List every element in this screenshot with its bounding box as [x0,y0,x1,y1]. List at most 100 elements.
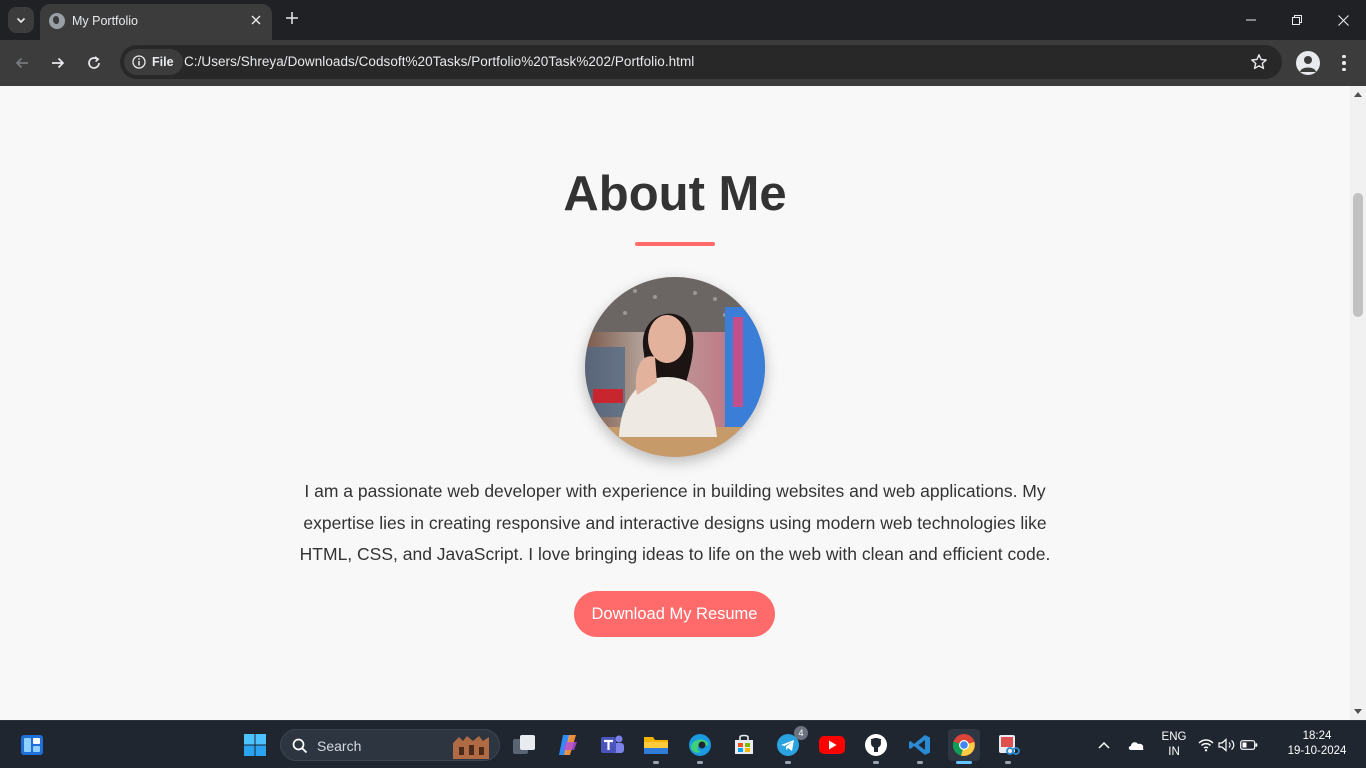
close-tab-button[interactable] [248,12,264,28]
back-button[interactable] [9,50,35,76]
minimize-button[interactable] [1228,0,1274,40]
page-scrollbar[interactable] [1350,86,1366,720]
store-icon [735,734,753,754]
github-icon [865,734,887,756]
close-icon [1337,14,1349,26]
clock-date: 19-10-2024 [1287,745,1347,757]
scrollbar-thumb[interactable] [1353,193,1363,317]
chrome-icon [952,734,975,756]
teams-icon [601,735,624,753]
site-info-chip[interactable]: File [124,49,183,75]
scroll-up-arrow-icon[interactable] [1354,92,1362,97]
arrow-right-icon [52,57,65,69]
reload-button[interactable] [81,50,107,76]
running-indicator [697,761,703,764]
forward-button[interactable] [45,50,71,76]
language-indicator[interactable]: ENG IN [1158,730,1190,760]
tab-search-button[interactable] [8,7,34,33]
chevron-down-icon [16,17,26,24]
running-indicator [653,761,659,764]
task-view-button[interactable] [508,729,540,761]
taskbar-search-box[interactable]: Search [280,729,500,761]
tab-strip: My Portfolio [0,0,1366,40]
active-indicator [956,761,972,764]
running-indicator [785,761,791,764]
dot [1342,54,1346,59]
quick-settings-button[interactable] [1198,729,1258,761]
close-window-button[interactable] [1320,0,1366,40]
person-icon [1300,56,1316,72]
browser-menu-button[interactable] [1335,51,1353,75]
wifi-icon [1198,739,1214,752]
minimize-icon [1246,19,1256,21]
arrow-left-icon [15,57,28,69]
bookmark-star-icon[interactable] [1250,53,1268,71]
security-chip-label: File [152,55,174,69]
notification-badge: 4 [794,726,808,740]
clock-time: 18:24 [1302,730,1332,742]
onedrive-button[interactable] [1120,729,1152,761]
teams-button[interactable] [596,729,628,761]
dot [1342,67,1346,72]
about-heading: About Me [563,167,787,221]
info-icon [132,55,146,69]
language-code: ENG [1161,731,1187,743]
copilot-button[interactable] [552,729,584,761]
browser-toolbar: File C:/Users/Shreya/Downloads/Codsoft%2… [0,40,1366,86]
profile-avatar-button[interactable] [1296,51,1320,75]
search-icon [292,738,308,754]
close-icon [251,15,261,25]
running-indicator [917,761,923,764]
edge-icon [689,734,711,756]
battery-icon [1240,740,1258,750]
snipping-tool-icon [999,735,1020,755]
heading-underline [635,242,715,246]
running-indicator [1005,761,1011,764]
clock[interactable]: 18:24 19-10-2024 [1278,729,1356,759]
profile-photo [585,277,765,457]
browser-tab[interactable]: My Portfolio [40,4,272,40]
widgets-icon [21,735,43,755]
download-resume-button[interactable]: Download My Resume [574,591,775,637]
chrome-button[interactable] [948,729,980,764]
dot [1342,61,1346,65]
url-text[interactable]: C:/Users/Shreya/Downloads/Codsoft%20Task… [184,54,694,69]
file-explorer-icon [644,737,668,754]
vscode-icon [909,735,930,755]
about-bio-text: I am a passionate web developer with exp… [299,481,1051,564]
scroll-down-arrow-icon[interactable] [1354,709,1362,714]
globe-icon [49,13,65,29]
running-indicator [873,761,879,764]
start-button[interactable] [239,729,271,761]
widgets-button[interactable] [16,729,48,761]
search-label: Search [317,738,362,754]
restore-icon [1292,15,1302,25]
copilot-icon [559,735,577,755]
telegram-button[interactable]: 4 [772,726,808,764]
profile-photo-image [585,277,765,457]
windows-taskbar: Search 4 ENG IN 18:24 19-10-2024 [0,720,1366,768]
task-view-icon [513,735,535,754]
restore-button[interactable] [1274,0,1320,40]
tab-title: My Portfolio [72,14,138,28]
chevron-up-icon [1098,741,1110,749]
search-highlight-icon [453,736,489,759]
youtube-icon [819,736,845,754]
cloud-icon [1128,742,1144,750]
snipping-tool-button[interactable] [992,729,1024,764]
file-explorer-button[interactable] [640,729,672,764]
windows-logo-icon [244,734,266,756]
volume-icon [1218,738,1235,752]
page-viewport: About Me I am a passionate web developer… [0,86,1350,720]
show-hidden-icons-button[interactable] [1088,729,1120,761]
store-button[interactable] [728,729,760,761]
address-bar[interactable]: File C:/Users/Shreya/Downloads/Codsoft%2… [120,45,1282,79]
edge-button[interactable] [684,729,716,764]
github-button[interactable] [860,729,892,764]
vscode-button[interactable] [904,729,936,764]
reload-icon [88,56,100,69]
youtube-button[interactable] [816,729,848,761]
language-region: IN [1168,746,1180,758]
plus-icon [286,12,298,24]
new-tab-button[interactable] [282,8,302,28]
